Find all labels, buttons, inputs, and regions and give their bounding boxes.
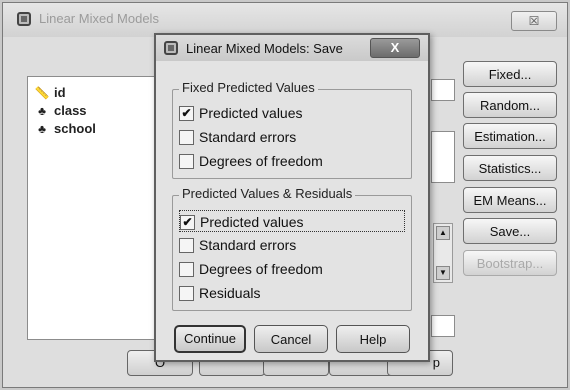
fixed-standard-errors-checkbox[interactable]: Standard errors: [179, 126, 405, 148]
checkbox-icon[interactable]: [179, 130, 194, 145]
checkbox-label: Standard errors: [199, 129, 297, 145]
variable-item-class[interactable]: ♣ class: [34, 103, 87, 119]
dialog-close-button[interactable]: X: [370, 38, 420, 58]
ruler-icon: 📏: [34, 86, 50, 100]
app-icon: [164, 41, 178, 55]
save-button[interactable]: Save...: [463, 218, 557, 244]
group-legend: Fixed Predicted Values: [179, 80, 318, 95]
predicted-values-residuals-group: Predicted Values & Residuals ✔ Predicted…: [172, 186, 412, 311]
nominal-icon: ♣: [38, 104, 46, 118]
checkbox-icon[interactable]: ✔: [179, 106, 194, 121]
checkbox-label: Residuals: [199, 285, 261, 301]
outer-close-button[interactable]: ☒: [511, 11, 557, 31]
fixed-predicted-values-checkbox[interactable]: ✔ Predicted values: [179, 102, 405, 124]
continue-button[interactable]: Continue: [174, 325, 246, 353]
estimation-button[interactable]: Estimation...: [463, 123, 557, 149]
dialog-title-bar: Linear Mixed Models: Save X: [156, 35, 428, 61]
checkbox-label: Degrees of freedom: [199, 153, 323, 169]
variable-label: id: [54, 85, 66, 100]
checkbox-icon[interactable]: ✔: [180, 215, 195, 230]
help-button[interactable]: Help: [336, 325, 410, 353]
outer-title-bar: Linear Mixed Models ☒: [3, 3, 567, 37]
variable-label: school: [54, 121, 96, 136]
residual-predicted-values-checkbox[interactable]: ✔ Predicted values: [179, 210, 405, 232]
outer-window-title: Linear Mixed Models: [39, 11, 159, 26]
checkbox-label: Predicted values: [199, 105, 303, 121]
nominal-icon: ♣: [38, 122, 46, 136]
scroll-down-icon[interactable]: ▼: [436, 266, 450, 280]
checkbox-icon[interactable]: [179, 154, 194, 169]
residuals-checkbox[interactable]: Residuals: [179, 282, 405, 304]
variable-item-school[interactable]: ♣ school: [34, 121, 96, 137]
checkbox-label: Predicted values: [200, 214, 304, 230]
random-button[interactable]: Random...: [463, 92, 557, 118]
save-dialog: Linear Mixed Models: Save X Fixed Predic…: [154, 33, 430, 362]
app-icon: [17, 12, 31, 26]
checkbox-label: Degrees of freedom: [199, 261, 323, 277]
dialog-title: Linear Mixed Models: Save: [186, 41, 343, 56]
covariates-scrollbar[interactable]: ▲ ▼: [433, 223, 453, 283]
checkbox-icon[interactable]: [179, 286, 194, 301]
checkbox-icon[interactable]: [179, 238, 194, 253]
weight-field-edge[interactable]: [431, 315, 455, 337]
fixed-button[interactable]: Fixed...: [463, 61, 557, 87]
variable-item-id[interactable]: 📏 id: [34, 85, 66, 101]
variable-label: class: [54, 103, 87, 118]
checkbox-label: Standard errors: [199, 237, 297, 253]
residual-standard-errors-checkbox[interactable]: Standard errors: [179, 234, 405, 256]
variable-list[interactable]: 📏 id ♣ class ♣ school: [27, 76, 163, 340]
residual-degrees-of-freedom-checkbox[interactable]: Degrees of freedom: [179, 258, 405, 280]
statistics-button[interactable]: Statistics...: [463, 155, 557, 181]
dependent-field-edge[interactable]: [431, 79, 455, 101]
group-legend: Predicted Values & Residuals: [179, 186, 356, 201]
scroll-up-icon[interactable]: ▲: [436, 226, 450, 240]
bootstrap-button: Bootstrap...: [463, 250, 557, 276]
em-means-button[interactable]: EM Means...: [463, 187, 557, 213]
factors-field-edge[interactable]: [431, 131, 455, 183]
checkbox-icon[interactable]: [179, 262, 194, 277]
fixed-predicted-values-group: Fixed Predicted Values ✔ Predicted value…: [172, 80, 412, 179]
fixed-degrees-of-freedom-checkbox[interactable]: Degrees of freedom: [179, 150, 405, 172]
cancel-button[interactable]: Cancel: [254, 325, 328, 353]
